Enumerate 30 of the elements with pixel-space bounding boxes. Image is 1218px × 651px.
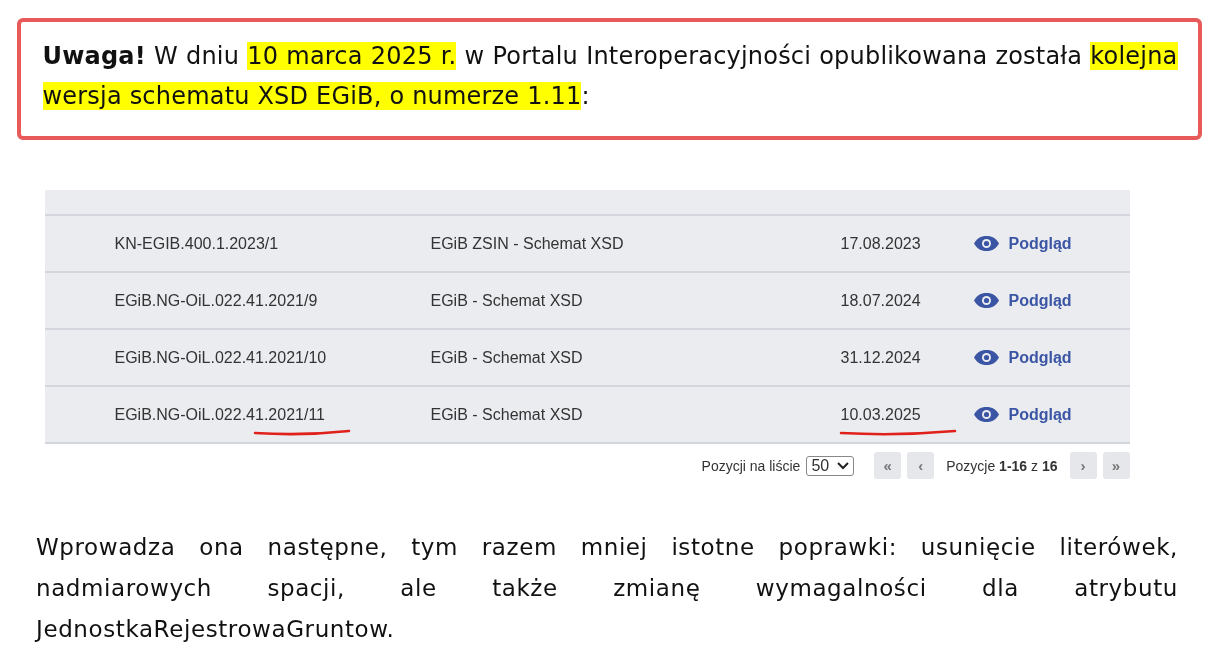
preview-link[interactable]: Podgląd [972, 291, 1130, 310]
page-range-text: Pozycje 1-16 z 16 [946, 457, 1058, 474]
table-cell-text: EGiB.NG-OiL.022.41.2021/9 [114, 291, 319, 310]
preview-link[interactable]: Podgląd [972, 405, 1130, 424]
table-cell-text: EGiB - Schemat XSD [430, 291, 584, 310]
table-cell: 10.03.2025 [840, 405, 973, 424]
previous-page-button[interactable]: ‹ [907, 452, 935, 479]
eye-icon [972, 349, 1000, 366]
table-cell-text: EGiB - Schemat XSD [430, 348, 584, 367]
table-cell-text: EGiB - Schemat XSD [430, 405, 584, 424]
eye-icon [972, 406, 1000, 423]
table-cell-text: 17.08.2023 [840, 234, 922, 253]
table-cell-text: 31.12.2024 [840, 348, 922, 367]
per-page-label: Pozycji na liście [701, 457, 801, 474]
first-page-button[interactable]: « [874, 452, 902, 479]
table-cell-text: KN-EGIB.400.1.2023/1 [114, 234, 280, 253]
table-cell: EGiB.NG-OiL.022.41.2021/11 [114, 405, 431, 424]
body-paragraph: Wprowadza ona następne, tym razem mniej istotne poprawki: usunięcie literówek, nadmiarowych spacji, ale także zmianę wymagalności dla atrybutu JednostkaRejestrowaGruntow. [36, 533, 1178, 644]
per-page-select[interactable]: 50 [806, 455, 855, 476]
eye-icon [972, 292, 1000, 309]
table-cell-text: EGiB ZSIN - Schemat XSD [430, 234, 625, 253]
preview-link[interactable]: Podgląd [972, 234, 1130, 253]
eye-icon [972, 235, 1000, 252]
table-cell-text: EGiB.NG-OiL.022.41.2021/10 [114, 348, 328, 367]
notice-text: Uwaga! W dniu 10 marca 2025 r. w Portalu Interoperacyjności opublikowana została kolejna wersja schematu XSD EGiB, o numerze 1.11: [42, 41, 1178, 112]
chevron-down-icon [837, 461, 850, 470]
table-cell-text: 18.07.2024 [840, 291, 922, 310]
next-page-button[interactable]: › [1069, 452, 1097, 479]
preview-link[interactable]: Podgląd [972, 348, 1130, 367]
last-page-button[interactable]: » [1102, 452, 1130, 479]
